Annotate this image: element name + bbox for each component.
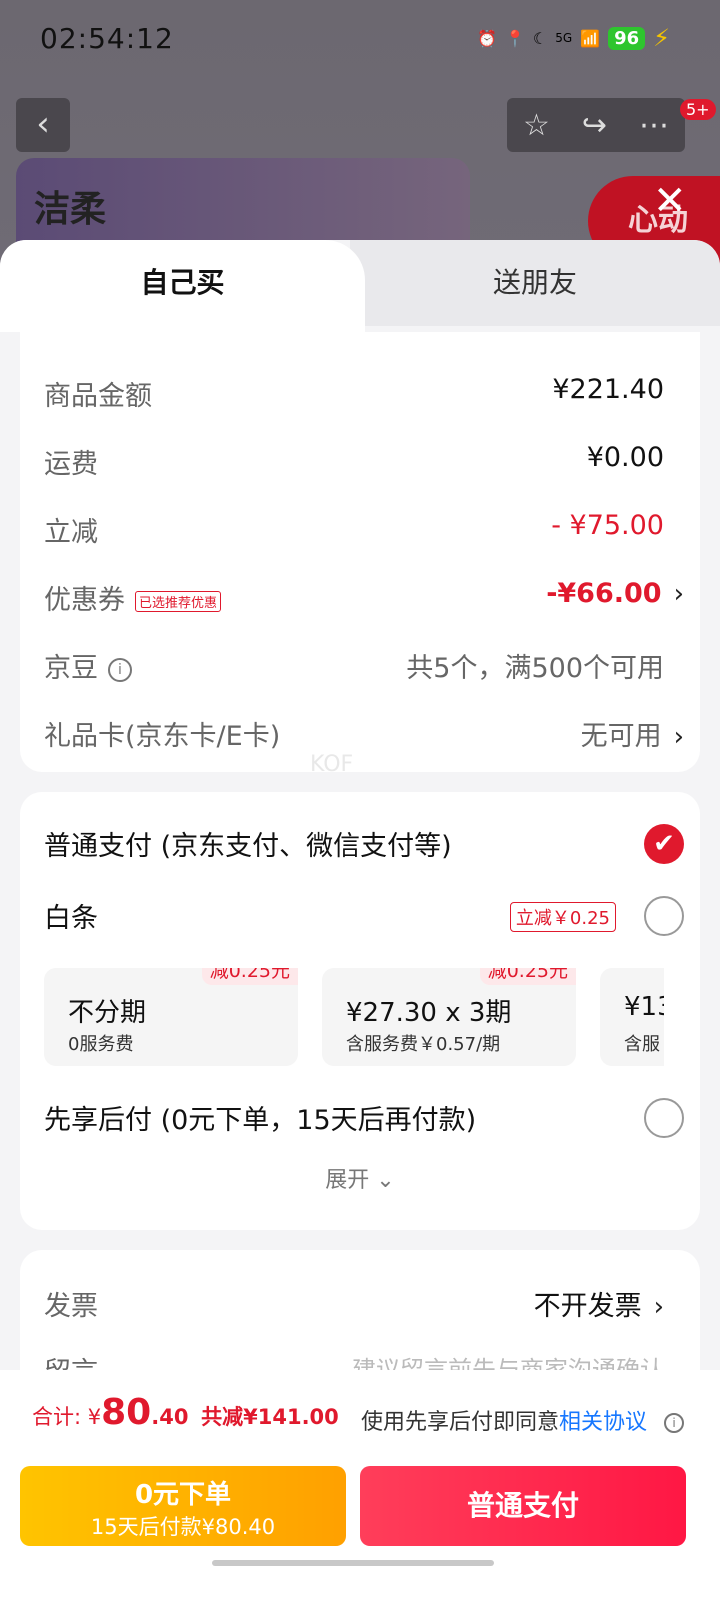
coupon-value-group: -¥66.00 › — [546, 578, 684, 609]
share-icon[interactable]: ↪ — [582, 108, 607, 143]
plan-discount: 减0.25元 — [479, 968, 576, 985]
jd-bean-row: 京豆 i 共5个，满500个可用 — [44, 634, 664, 694]
price-summary-card: 商品金额 ¥221.40 运费 ¥0.00 立减 - ¥75.00 优惠券 已选推… — [20, 332, 700, 772]
back-button[interactable]: ‹ — [16, 98, 70, 152]
bnpl-button-title: 0元下单 — [134, 1480, 232, 1510]
checkout-footer: 合计: ¥80.40 共减¥141.00 使用先享后付即同意相关协议 i 0元下… — [0, 1370, 720, 1600]
gift-card-value: 无可用 — [580, 721, 662, 752]
alarm-icon: ⏰ — [477, 28, 497, 48]
normal-pay-label: 普通支付 (京东支付、微信支付等) — [44, 831, 452, 862]
goods-amount-label: 商品金额 — [44, 381, 152, 412]
gift-card-row[interactable]: 礼品卡(京东卡/E卡) 无可用 › — [44, 702, 684, 762]
signal-icon: 5G — [555, 31, 573, 45]
goods-amount-row: 商品金额 ¥221.40 — [44, 362, 664, 422]
payment-method-card: 普通支付 (京东支付、微信支付等) ✔ 白条 立减￥0.25 不分期 0服务费 … — [20, 792, 700, 1230]
installment-plan[interactable]: ¥13 含服 — [600, 968, 664, 1066]
goods-amount-value: ¥221.40 — [552, 374, 664, 405]
plan-title: ¥27.30 x 3期 — [346, 998, 512, 1028]
brand-logo: 洁柔 — [34, 189, 107, 230]
total-prefix: 合计: ¥ — [32, 1405, 102, 1429]
coupon-row[interactable]: 优惠券 已选推荐优惠 -¥66.00 › — [44, 566, 684, 626]
info-icon[interactable]: i — [664, 1413, 684, 1433]
plan-subtitle: 含服 — [624, 1034, 660, 1055]
status-icons: ⏰ 📍 ☾ 5G 📶 96 ⚡ — [477, 24, 670, 52]
coupon-tag: 已选推荐优惠 — [135, 591, 222, 612]
coupon-value: -¥66.00 — [546, 578, 662, 609]
checked-icon[interactable]: ✔ — [644, 824, 684, 864]
chevron-right-icon: › — [653, 1292, 664, 1322]
shipping-value: ¥0.00 — [586, 442, 664, 473]
status-bar: 02:54:12 ⏰ 📍 ☾ 5G 📶 96 ⚡ — [0, 0, 720, 80]
coupon-label-group: 优惠券 已选推荐优惠 — [44, 578, 222, 617]
shipping-row: 运费 ¥0.00 — [44, 430, 664, 490]
coupon-label: 优惠券 — [44, 585, 125, 616]
total-amount: 合计: ¥80.40 共减¥141.00 — [32, 1392, 339, 1433]
plan-title: ¥13 — [624, 992, 664, 1022]
bnpl-button-subtitle: 15天后付款¥80.40 — [90, 1515, 276, 1539]
more-icon[interactable]: ⋯ — [639, 108, 669, 143]
bnpl-option[interactable]: 先享后付 (0元下单，15天后再付款) — [44, 1098, 684, 1140]
status-time: 02:54:12 — [40, 22, 174, 55]
instant-discount-label: 立减 — [44, 517, 98, 548]
total-saved: 共减¥141.00 — [201, 1405, 339, 1429]
watermark: KOF — [310, 752, 354, 777]
plan-discount: 减0.25元 — [201, 968, 298, 985]
jd-bean-label-group: 京豆 i — [44, 646, 132, 685]
wifi-icon: 📶 — [580, 28, 601, 48]
invoice-label: 发票 — [44, 1291, 98, 1322]
agreement-link[interactable]: 相关协议 — [559, 1410, 647, 1435]
radio-unchecked-icon[interactable] — [644, 1098, 684, 1138]
agreement-text: 使用先享后付即同意相关协议 i — [361, 1404, 684, 1436]
installment-plans: 不分期 0服务费 减0.25元 ¥27.30 x 3期 含服务费￥0.57/期 … — [44, 968, 664, 1068]
close-icon[interactable]: ✕ — [653, 178, 687, 224]
plan-subtitle: 含服务费￥0.57/期 — [346, 1034, 501, 1055]
installment-plan[interactable]: 不分期 0服务费 减0.25元 — [44, 968, 298, 1066]
baitiao-discount-tag: 立减￥0.25 — [509, 902, 616, 932]
baitiao-label: 白条 — [44, 903, 98, 934]
info-icon[interactable]: i — [108, 657, 132, 682]
buy-tabs: 送朋友 自己买 — [0, 240, 720, 332]
total-decimal: .40 — [151, 1405, 189, 1429]
total-integer: 80 — [101, 1392, 152, 1433]
charging-icon: ⚡ — [653, 24, 670, 52]
normal-pay-option[interactable]: 普通支付 (京东支付、微信支付等) ✔ — [44, 824, 684, 866]
top-actions: ☆ ↪ ⋯ — [507, 98, 685, 152]
total-bar: 合计: ¥80.40 共减¥141.00 使用先享后付即同意相关协议 i — [0, 1370, 720, 1462]
invoice-value: 不开发票 — [533, 1291, 642, 1322]
star-icon[interactable]: ☆ — [523, 108, 550, 143]
bnpl-order-button[interactable]: 0元下单 15天后付款¥80.40 — [20, 1466, 346, 1546]
chevron-right-icon: › — [673, 722, 684, 752]
agreement-prefix: 使用先享后付即同意 — [360, 1410, 559, 1435]
battery-indicator: 96 — [608, 26, 646, 50]
installment-plan[interactable]: ¥27.30 x 3期 含服务费￥0.57/期 减0.25元 — [322, 968, 576, 1066]
plan-title: 不分期 — [68, 998, 147, 1028]
plan-subtitle: 0服务费 — [68, 1034, 134, 1055]
tab-buy-self[interactable]: 自己买 — [0, 240, 365, 332]
instant-discount-value: - ¥75.00 — [551, 510, 664, 541]
expand-button[interactable]: 展开 ⌄ — [20, 1162, 700, 1194]
jd-bean-value: 共5个，满500个可用 — [406, 653, 664, 684]
moon-icon: ☾ — [532, 28, 548, 48]
instant-discount-row: 立减 - ¥75.00 — [44, 498, 664, 558]
tab-gift-friend[interactable]: 送朋友 — [350, 240, 720, 326]
baitiao-option[interactable]: 白条 立减￥0.25 — [44, 896, 684, 938]
chevron-right-icon: › — [673, 579, 684, 609]
invoice-value-group[interactable]: 不开发票 › — [534, 1284, 664, 1323]
normal-pay-button[interactable]: 普通支付 — [360, 1466, 686, 1546]
bnpl-label: 先享后付 (0元下单，15天后再付款) — [44, 1105, 477, 1136]
cart-badge: 5+ — [680, 99, 716, 120]
shipping-label: 运费 — [44, 449, 98, 480]
radio-unchecked-icon[interactable] — [644, 896, 684, 936]
jd-bean-label: 京豆 — [44, 653, 98, 684]
location-icon: 📍 — [504, 28, 525, 48]
home-indicator[interactable] — [212, 1560, 494, 1566]
gift-card-value-group: 无可用 › — [581, 714, 684, 753]
gift-card-label: 礼品卡(京东卡/E卡) — [44, 721, 281, 752]
